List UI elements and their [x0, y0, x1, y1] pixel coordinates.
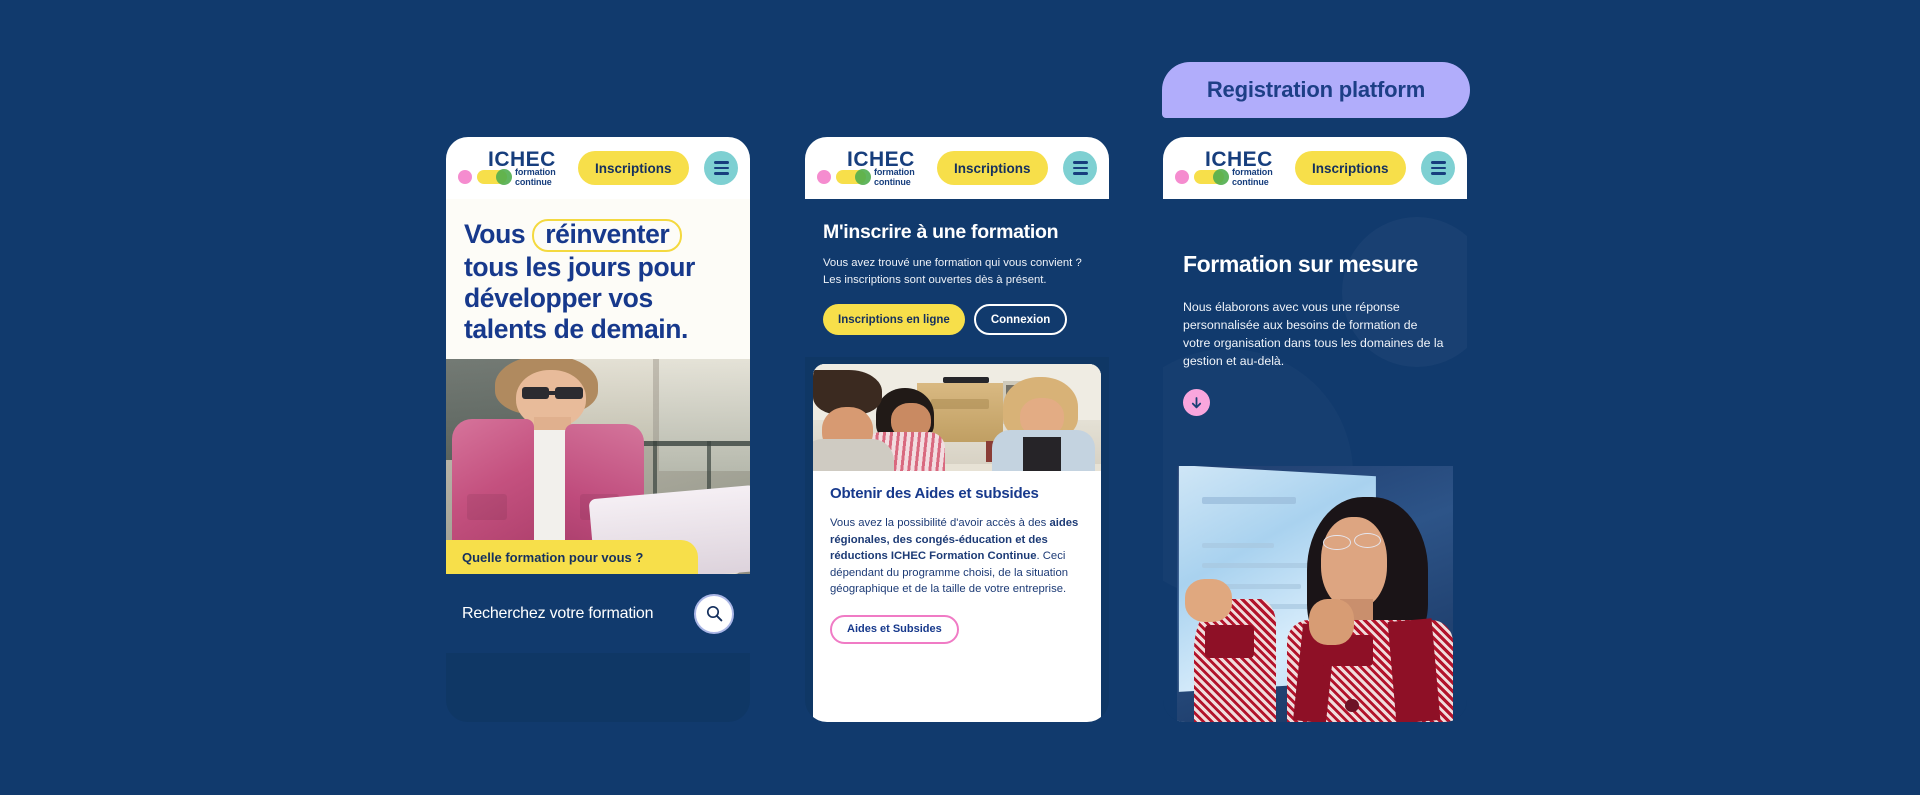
logo-green-dot-icon [855, 169, 871, 185]
inscriptions-button[interactable]: Inscriptions [937, 151, 1048, 185]
hero-title-part1: Vous [464, 219, 526, 249]
logo-subtitle-line2: continue [874, 176, 911, 187]
online-registration-button[interactable]: Inscriptions en ligne [823, 304, 965, 335]
hero-banner: Quelle formation pour vous ? [446, 540, 699, 574]
custom-training-photo [1177, 466, 1453, 722]
logo-green-dot-icon [496, 169, 512, 185]
phone-mockup-custom-training: ICHEC formation continue Inscriptions Fo… [1163, 137, 1467, 722]
registration-actions: Inscriptions en ligne Connexion [823, 304, 1091, 335]
app-header: ICHEC formation continue Inscriptions [805, 137, 1109, 199]
aides-card: Obtenir des Aides et subsides Vous avez … [813, 364, 1101, 722]
hamburger-menu-icon[interactable] [1063, 151, 1097, 185]
burger-line [1430, 161, 1446, 164]
ichec-logo[interactable]: ICHEC formation continue [458, 145, 570, 191]
aides-card-body: Obtenir des Aides et subsides Vous avez … [813, 471, 1101, 644]
burger-line [1072, 166, 1088, 170]
registration-title: M'inscrire à une formation [823, 221, 1059, 243]
custom-training-title: Formation sur mesure [1183, 251, 1418, 277]
inscriptions-button[interactable]: Inscriptions [578, 151, 689, 185]
hero-section: Vous réinventer tous les jours pour déve… [446, 199, 750, 359]
logo-pink-dot-icon [1175, 170, 1189, 184]
custom-training-subtitle: Nous élaborons avec vous une réponse per… [1183, 300, 1444, 368]
login-button[interactable]: Connexion [973, 304, 1068, 335]
phone-mockup-home: ICHEC formation continue Inscriptions Vo… [446, 137, 750, 722]
custom-training-content: Formation sur mesure Nous élaborons avec… [1163, 199, 1467, 416]
app-header: ICHEC formation continue Inscriptions [1163, 137, 1467, 199]
ichec-logo[interactable]: ICHEC formation continue [817, 145, 929, 191]
hero-title: Vous réinventer tous les jours pour déve… [464, 219, 732, 345]
search-icon[interactable] [694, 593, 734, 634]
logo-subtitle-line2: continue [515, 176, 552, 187]
aides-et-subsides-button[interactable]: Aides et Subsides [830, 614, 959, 644]
hero-photo: Quelle formation pour vous ? [446, 359, 750, 574]
logo-pink-dot-icon [817, 170, 831, 184]
logo-subtitle: formation continue [515, 167, 556, 187]
inscriptions-button[interactable]: Inscriptions [1295, 151, 1406, 185]
burger-line [1072, 161, 1088, 164]
registration-platform-badge: Registration platform [1162, 62, 1470, 118]
burger-line [1072, 172, 1088, 175]
aides-card-photo [813, 364, 1101, 471]
aides-text-part1: Vous avez la possibilité d'avoir accès à… [830, 517, 1050, 529]
custom-training-section: Formation sur mesure Nous élaborons avec… [1163, 199, 1467, 722]
logo-pink-dot-icon [458, 170, 472, 184]
phone-mockup-registration: ICHEC formation continue Inscriptions M'… [805, 137, 1109, 722]
search-bar[interactable]: Recherchez votre formation [446, 574, 750, 653]
logo-subtitle: formation continue [1232, 167, 1273, 187]
arrow-down-icon[interactable] [1183, 389, 1210, 416]
aides-card-title: Obtenir des Aides et subsides [830, 485, 1039, 502]
burger-line [1430, 166, 1446, 170]
hamburger-menu-icon[interactable] [704, 151, 738, 185]
hero-title-highlight: réinventer [532, 219, 683, 252]
burger-line [713, 161, 729, 164]
ichec-logo[interactable]: ICHEC formation continue [1175, 145, 1287, 191]
registration-subtitle: Vous avez trouvé une formation qui vous … [823, 257, 1082, 286]
hero-title-part2: tous les jours pour développer vos talen… [464, 252, 695, 344]
logo-green-dot-icon [1213, 169, 1229, 185]
logo-subtitle-line1: formation [1232, 167, 1273, 177]
hamburger-menu-icon[interactable] [1421, 151, 1455, 185]
logo-subtitle: formation continue [874, 167, 915, 187]
logo-subtitle-line2: continue [1232, 176, 1269, 187]
aides-card-photo-art [813, 364, 1101, 471]
aides-card-text: Vous avez la possibilité d'avoir accès à… [830, 515, 1084, 598]
burger-line [1430, 172, 1446, 175]
logo-subtitle-line1: formation [874, 167, 915, 177]
registration-intro: M'inscrire à une formation Vous avez tro… [805, 199, 1109, 357]
registration-platform-badge-label: Registration platform [1206, 77, 1426, 102]
search-label: Recherchez votre formation [462, 604, 654, 622]
logo-subtitle-line1: formation [515, 167, 556, 177]
custom-training-photo-art [1177, 466, 1453, 722]
app-header: ICHEC formation continue Inscriptions [446, 137, 750, 199]
hero-banner-label: Quelle formation pour vous ? [462, 549, 644, 565]
burger-line [713, 172, 729, 175]
burger-line [713, 166, 729, 170]
